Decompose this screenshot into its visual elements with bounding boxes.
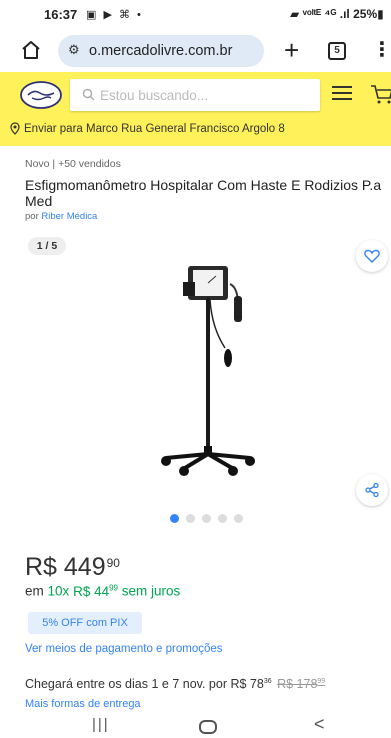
seller-link[interactable]: Riber Médica: [41, 211, 97, 222]
mercadolivre-logo[interactable]: [20, 81, 62, 109]
favorite-button[interactable]: [356, 240, 388, 272]
handshake-logo-icon: [20, 81, 62, 109]
delivery-location[interactable]: Enviar para Marco Rua General Francisco …: [0, 120, 391, 142]
image-counter: 1 / 5: [28, 237, 66, 255]
delivery-old-price: R$ 17899: [277, 677, 326, 691]
browser-menu-button[interactable]: ⋮: [372, 38, 391, 62]
sphygmomanometer-image: [161, 266, 255, 476]
tab-switcher-button[interactable]: 5: [328, 42, 346, 60]
back-button[interactable]: <: [314, 714, 325, 735]
search-input[interactable]: [100, 79, 310, 111]
browser-toolbar: ⚙︎ o.mercadolivre.com.br + 5 ⋮: [0, 30, 391, 72]
delivery-text: Chegará entre os dias 1 e 7 nov. por R$ …: [25, 677, 264, 691]
cart-button[interactable]: [370, 83, 391, 110]
carousel-dot[interactable]: [234, 514, 243, 523]
location-pin-icon: [10, 122, 20, 135]
installments-value: R$ 4499: [73, 583, 119, 599]
product-price: R$ 44990: [25, 553, 120, 582]
status-time: 16:37: [44, 7, 78, 22]
menu-line: [332, 86, 352, 88]
menu-line: [332, 98, 352, 100]
site-header: Enviar para Marco Rua General Francisco …: [0, 72, 391, 146]
carousel-dot[interactable]: [218, 514, 227, 523]
heart-icon: [364, 249, 380, 263]
installments-count: 10x: [47, 583, 70, 599]
menu-line: [332, 92, 352, 94]
installments-suffix: sem juros: [121, 583, 181, 599]
share-icon: [365, 482, 379, 498]
seller-line: por Riber Médica: [25, 211, 97, 222]
home-button[interactable]: [199, 720, 217, 734]
pix-discount-badge: 5% OFF com PIX: [28, 612, 142, 634]
delivery-estimate: Chegará entre os dias 1 e 7 nov. por R$ …: [25, 677, 325, 691]
notification-icons: ▣ ▶ ⌘ •: [86, 9, 143, 21]
product-title: Esfigmomanômetro Hospitalar Com Haste E …: [25, 177, 382, 209]
address-bar[interactable]: ⚙︎ o.mercadolivre.com.br: [58, 35, 264, 67]
url-text[interactable]: o.mercadolivre.com.br: [89, 43, 232, 59]
status-indicators: ▰ ᵛᵒˡᵗᴱ ⁴ᴳ .ıl 25%▮: [290, 7, 384, 21]
home-icon: [22, 41, 40, 59]
price-whole: R$ 449: [25, 553, 106, 581]
installments-prefix: em: [25, 583, 44, 599]
system-navbar: ||| <: [0, 714, 391, 738]
payment-methods-link[interactable]: Ver meios de pagamento e promoções: [25, 643, 223, 655]
status-bar: 16:37 ▣ ▶ ⌘ • ▰ ᵛᵒˡᵗᴱ ⁴ᴳ .ıl 25%▮: [0, 0, 391, 30]
delivery-cents: 36: [263, 677, 272, 685]
search-bar[interactable]: [70, 79, 320, 111]
carousel-dot[interactable]: [186, 514, 195, 523]
seller-prefix: por: [25, 211, 39, 222]
product-condition: Novo | +50 vendidos: [25, 158, 121, 170]
product-image[interactable]: [150, 258, 280, 480]
new-tab-button[interactable]: +: [284, 35, 299, 65]
search-icon: [82, 88, 95, 101]
price-cents: 90: [106, 556, 120, 570]
menu-button[interactable]: [332, 86, 352, 102]
carousel-dot[interactable]: [170, 514, 179, 523]
installments: em 10x R$ 4499 sem juros: [25, 583, 180, 599]
browser-home-button[interactable]: [20, 39, 44, 63]
shipping-options-link[interactable]: Mais formas de entrega: [25, 698, 141, 710]
cart-icon: [371, 85, 391, 104]
share-button[interactable]: [356, 474, 388, 506]
location-text: Enviar para Marco Rua General Francisco …: [24, 123, 285, 135]
recents-button[interactable]: |||: [92, 716, 110, 733]
site-settings-icon[interactable]: ⚙︎: [68, 42, 80, 58]
carousel-dot[interactable]: [202, 514, 211, 523]
carousel-dots: [170, 514, 250, 524]
